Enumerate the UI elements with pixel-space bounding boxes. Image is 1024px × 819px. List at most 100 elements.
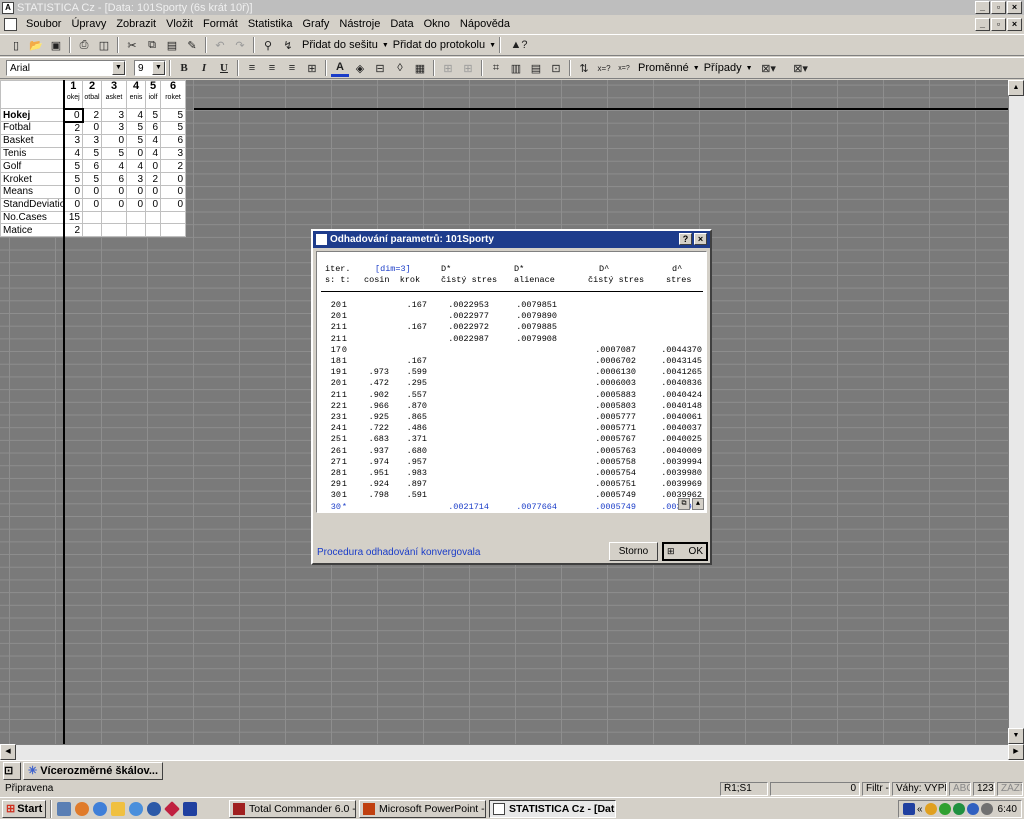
insert-cases-icon[interactable]: ⊞ (439, 59, 457, 77)
menu-zobrazit[interactable]: Zobrazit (111, 18, 161, 30)
corner-cell[interactable] (0, 80, 65, 109)
grid-icon[interactable]: ▦ (411, 59, 429, 77)
sheet-cell[interactable]: 0 (145, 159, 161, 174)
task-icon[interactable]: ⊡ (3, 761, 21, 780)
sheet-cell[interactable]: 5 (82, 172, 102, 186)
chevron-down-icon[interactable]: ▼ (112, 61, 125, 75)
sheet-cell[interactable]: 0 (101, 184, 127, 199)
show-desktop-icon[interactable] (57, 801, 71, 816)
fill-color-icon[interactable]: ◈ (351, 59, 369, 77)
options-icon[interactable]: ⊞ (667, 546, 675, 557)
sheet-cell[interactable] (160, 210, 186, 225)
column-header-6[interactable]: 6 roket (160, 80, 186, 109)
sheet-cell[interactable]: 4 (145, 146, 161, 161)
save-icon[interactable]: ▣ (47, 36, 65, 54)
align-center-icon[interactable]: ≡ (263, 59, 281, 77)
menu-format[interactable]: Formát (198, 18, 243, 30)
table-tool-icon[interactable]: ▤ (527, 59, 545, 77)
ok-button-group[interactable]: ⊞ OK (662, 542, 708, 561)
menu-okno[interactable]: Okno (419, 18, 455, 30)
ok-button[interactable]: OK (689, 546, 703, 557)
menu-napoveda[interactable]: Nápověda (455, 18, 515, 30)
restore-button[interactable]: ▫ (991, 1, 1006, 14)
font-color-icon[interactable]: A (331, 59, 349, 77)
stats-tool-icon[interactable]: ⊡ (547, 59, 565, 77)
spreadsheet-grid[interactable]: 1 okej 2 otbal 3 asket 4 enis 5 iolf 6 roket H… (0, 80, 1008, 744)
sheet-cell[interactable]: 2 (63, 223, 83, 238)
sheet-cell[interactable] (160, 223, 186, 238)
row-header[interactable]: Tenis (0, 146, 65, 161)
sheet-cell[interactable]: 5 (63, 159, 83, 174)
row-header[interactable]: No.Cases (0, 210, 65, 225)
language-icon[interactable] (902, 803, 915, 815)
marking-icon[interactable]: ◊ (391, 59, 409, 77)
sheet-cell[interactable]: 6 (160, 133, 186, 148)
sheet-cell[interactable]: 4 (145, 133, 161, 148)
sheet-cell[interactable] (145, 210, 161, 225)
row-header[interactable]: Kroket (0, 172, 65, 186)
close-button[interactable]: × (1007, 1, 1022, 14)
column-header-2[interactable]: 2 otbal (82, 80, 102, 109)
sheet-cell[interactable]: 15 (63, 210, 83, 225)
vertical-scrollbar[interactable]: ▲ ▼ (1008, 80, 1024, 744)
row-header[interactable]: Golf (0, 159, 65, 174)
sheet-cell[interactable]: 3 (160, 146, 186, 161)
antivirus-icon[interactable] (938, 803, 951, 815)
underline-icon[interactable]: U (215, 59, 233, 77)
border-style2-icon[interactable]: ⊠▾ (786, 59, 816, 77)
sheet-cell[interactable]: 3 (101, 108, 127, 122)
spreadsheet-tool-icon[interactable]: ⌗ (487, 59, 505, 77)
column-header-5[interactable]: 5 iolf (145, 80, 161, 109)
recalc-icon[interactable]: x=? (615, 59, 633, 77)
dialog-help-button[interactable]: ? (679, 233, 692, 245)
start-button[interactable]: ⊞ Start (2, 799, 46, 818)
row-header[interactable]: Matice (0, 223, 65, 238)
add-to-report-button[interactable]: Přidat do protokolu (389, 39, 489, 51)
sheet-cell[interactable]: 0 (145, 184, 161, 199)
sheet-cell[interactable]: 3 (101, 121, 127, 135)
formula-icon[interactable]: x=? (595, 59, 613, 77)
browser-icon[interactable] (147, 801, 161, 816)
sheet-cell[interactable]: 5 (63, 172, 83, 186)
menu-nastroje[interactable]: Nástroje (334, 18, 385, 30)
column-header-3[interactable]: 3 asket (101, 80, 127, 109)
sheet-cell[interactable]: 4 (63, 146, 83, 161)
sheet-cell[interactable]: 2 (82, 108, 102, 122)
sheet-cell[interactable]: 5 (145, 108, 161, 122)
add-to-report-dropdown-icon[interactable]: ▼ (489, 42, 496, 49)
sheet-cell[interactable]: 0 (160, 184, 186, 199)
sheet-cell[interactable]: 5 (160, 121, 186, 135)
sheet-cell[interactable] (145, 223, 161, 238)
sheet-cell[interactable]: 0 (101, 133, 127, 148)
sheet-cell[interactable]: 4 (101, 159, 127, 174)
undo-icon[interactable]: ↶ (211, 36, 229, 54)
redo-icon[interactable]: ↷ (231, 36, 249, 54)
paste-icon[interactable]: ▤ (163, 36, 181, 54)
app-diamond-icon[interactable] (164, 800, 180, 817)
sheet-cell[interactable]: 0 (101, 197, 127, 212)
print-icon[interactable]: ⎙ (75, 36, 93, 54)
goto-icon[interactable]: ↯ (279, 36, 297, 54)
menu-grafy[interactable]: Grafy (297, 18, 334, 30)
sheet-cell[interactable]: 4 (126, 108, 146, 122)
italic-icon[interactable]: I (195, 59, 213, 77)
row-header[interactable]: Hokej (0, 108, 65, 122)
sheet-cell[interactable]: 4 (126, 159, 146, 174)
sheet-cell[interactable]: 3 (82, 133, 102, 148)
scroll-down-icon[interactable]: ▼ (1008, 728, 1024, 744)
sheet-cell[interactable]: 0 (63, 197, 83, 212)
column-header-4[interactable]: 4 enis (126, 80, 146, 109)
scroll-right-icon[interactable]: ▶ (1008, 744, 1024, 760)
add-to-workbook-dropdown-icon[interactable]: ▼ (382, 42, 389, 49)
sheet-cell[interactable]: 0 (145, 197, 161, 212)
chevron-down-icon[interactable]: ▼ (152, 61, 165, 75)
cases-button[interactable]: Případy (700, 62, 746, 74)
doc-minimize-button[interactable]: _ (975, 18, 990, 31)
save-disk-icon[interactable] (183, 801, 197, 816)
sort-icon[interactable]: ⇅ (575, 59, 593, 77)
copy-icon[interactable]: ⧉ (143, 36, 161, 54)
print-preview-icon[interactable]: ◫ (95, 36, 113, 54)
menu-upravy[interactable]: Úpravy (66, 18, 111, 30)
sheet-cell[interactable]: 5 (160, 108, 186, 122)
help-icon[interactable]: ▲? (505, 36, 533, 54)
